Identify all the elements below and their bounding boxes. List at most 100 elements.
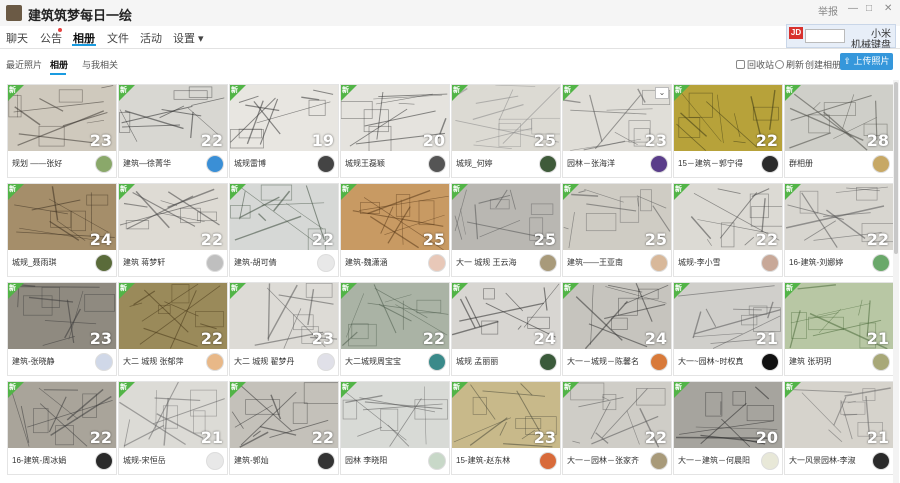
owner-avatar[interactable] [872, 254, 890, 272]
album-title[interactable]: 群相册 [789, 158, 867, 169]
owner-avatar[interactable] [317, 452, 335, 470]
album-card[interactable]: 新 23 15-建筑-赵东林 [451, 381, 561, 475]
album-card[interactable]: 新 25 大一 城规 王云海 [451, 183, 561, 277]
album-title[interactable]: 15－建筑－郭宁得 [678, 158, 756, 169]
album-card[interactable]: 新 21 大一风景园林-李淑 [784, 381, 894, 475]
owner-avatar[interactable] [95, 452, 113, 470]
report-button[interactable]: 举报 [818, 3, 838, 18]
album-cover[interactable]: 新 21 [119, 382, 227, 448]
album-title[interactable]: 建筑-张晓静 [12, 356, 90, 367]
album-cover[interactable]: 新 22 [230, 184, 338, 250]
album-cover[interactable]: 新 20 [674, 382, 782, 448]
album-card[interactable]: 新 22 建筑-郭灿 [229, 381, 339, 475]
owner-avatar[interactable] [539, 155, 557, 173]
album-card[interactable]: 新 23 大二 城规 翟梦丹 [229, 282, 339, 376]
owner-avatar[interactable] [761, 353, 779, 371]
create-album-button[interactable]: 创建相册 [805, 58, 841, 71]
album-card[interactable]: 新 25 城规_何婷 [451, 84, 561, 178]
album-title[interactable]: 大一风景园林-李淑 [789, 455, 867, 466]
album-cover[interactable]: 新 25 [341, 184, 449, 250]
album-title[interactable]: 园林－张海洋 [567, 158, 645, 169]
album-title[interactable]: 城规 孟丽丽 [456, 356, 534, 367]
album-menu-chevron-icon[interactable]: ⌄ [655, 87, 669, 99]
album-title[interactable]: 城规_聂雨琪 [12, 257, 90, 268]
album-card[interactable]: 新园林 李晓阳 [340, 381, 450, 475]
album-card[interactable]: 新 24 大一－城规－陈馨名 [562, 282, 672, 376]
owner-avatar[interactable] [317, 155, 335, 173]
album-cover[interactable]: 新 24 [452, 283, 560, 349]
album-card[interactable]: 新 22 城规-李小雪 [673, 183, 783, 277]
album-cover[interactable]: 新 25 [563, 184, 671, 250]
album-cover[interactable]: 新 22 [563, 382, 671, 448]
album-card[interactable]: 新 22 大二城规周宝宝 [340, 282, 450, 376]
tab-files[interactable]: 文件 [107, 30, 129, 46]
album-title[interactable]: 城规_何婷 [456, 158, 534, 169]
owner-avatar[interactable] [428, 254, 446, 272]
album-card[interactable]: 新 21 建筑 张玥玥 [784, 282, 894, 376]
album-cover[interactable]: 新 24 [8, 184, 116, 250]
album-title[interactable]: 大二 城规 翟梦丹 [234, 356, 312, 367]
album-card[interactable]: 新 21 大一~园林~时权真 [673, 282, 783, 376]
tab-activity[interactable]: 活动 [140, 30, 162, 46]
album-title[interactable]: 建筑—徐菁华 [123, 158, 201, 169]
owner-avatar[interactable] [650, 452, 668, 470]
owner-avatar[interactable] [539, 254, 557, 272]
album-title[interactable]: 大二城规周宝宝 [345, 356, 423, 367]
album-card[interactable]: 新 22 建筑-胡可倩 [229, 183, 339, 277]
album-title[interactable]: 大一－园林－张家齐 [567, 455, 645, 466]
album-title[interactable]: 建筑 张玥玥 [789, 356, 867, 367]
album-title[interactable]: 城规王磊颖 [345, 158, 423, 169]
maximize-button[interactable]: □ [866, 3, 872, 14]
album-card[interactable]: 新 25 建筑——王亚南 [562, 183, 672, 277]
album-card[interactable]: 新 22 15－建筑－郭宁得 [673, 84, 783, 178]
owner-avatar[interactable] [95, 155, 113, 173]
album-card[interactable]: 新 23 建筑-张晓静 [7, 282, 117, 376]
owner-avatar[interactable] [206, 353, 224, 371]
album-card[interactable]: 新 20 大一－建筑－何晨阳 [673, 381, 783, 475]
subtab-recent-photos[interactable]: 最近照片 [6, 58, 42, 71]
album-card[interactable]: 新 22 16-建筑-周冰娟 [7, 381, 117, 475]
album-cover[interactable]: 新 22 [674, 184, 782, 250]
album-title[interactable]: 建筑-胡可倩 [234, 257, 312, 268]
owner-avatar[interactable] [95, 254, 113, 272]
album-card[interactable]: 新 22 大二 城规 张郁萍 [118, 282, 228, 376]
scrollbar-thumb[interactable] [894, 82, 898, 254]
owner-avatar[interactable] [872, 155, 890, 173]
tab-chat[interactable]: 聊天 [6, 30, 28, 46]
owner-avatar[interactable] [650, 155, 668, 173]
owner-avatar[interactable] [872, 353, 890, 371]
album-title[interactable]: 城规-宋恒岳 [123, 455, 201, 466]
scrollbar[interactable] [893, 80, 899, 483]
album-card[interactable]: 新 22 建筑 蒋梦轩 [118, 183, 228, 277]
owner-avatar[interactable] [206, 155, 224, 173]
album-cover[interactable]: 新 22 [230, 382, 338, 448]
album-cover[interactable]: 新 22 [8, 382, 116, 448]
minimize-button[interactable]: — [848, 3, 858, 14]
owner-avatar[interactable] [317, 353, 335, 371]
album-cover[interactable]: 新 23 [8, 85, 116, 151]
owner-avatar[interactable] [650, 353, 668, 371]
upload-photo-button[interactable]: ⇧ 上传照片 [840, 53, 893, 70]
album-title[interactable]: 建筑-郭灿 [234, 455, 312, 466]
album-title[interactable]: 建筑-魏潇涵 [345, 257, 423, 268]
album-title[interactable]: 16-建筑-刘娜婷 [789, 257, 867, 268]
owner-avatar[interactable] [872, 452, 890, 470]
album-cover[interactable]: 新 [341, 382, 449, 448]
tab-announcement[interactable]: 公告 [40, 30, 62, 46]
album-title[interactable]: 城规-李小雪 [678, 257, 756, 268]
album-cover[interactable]: 新 21 [785, 283, 893, 349]
subtab-related-to-me[interactable]: 与我相关 [82, 58, 118, 71]
album-title[interactable]: 大一－城规－陈馨名 [567, 356, 645, 367]
album-title[interactable]: 大二 城规 张郁萍 [123, 356, 201, 367]
album-card[interactable]: 新 24 城规 孟丽丽 [451, 282, 561, 376]
close-button[interactable]: ✕ [884, 3, 892, 14]
album-card[interactable]: 新 ⌄ 23 园林－张海洋 [562, 84, 672, 178]
owner-avatar[interactable] [761, 452, 779, 470]
album-cover[interactable]: 新 22 [119, 184, 227, 250]
album-title[interactable]: 建筑——王亚南 [567, 257, 645, 268]
album-card[interactable]: 新 19 城规雷博 [229, 84, 339, 178]
album-cover[interactable]: 新 19 [230, 85, 338, 151]
owner-avatar[interactable] [95, 353, 113, 371]
owner-avatar[interactable] [206, 452, 224, 470]
refresh-button[interactable]: 刷新 [775, 58, 804, 71]
